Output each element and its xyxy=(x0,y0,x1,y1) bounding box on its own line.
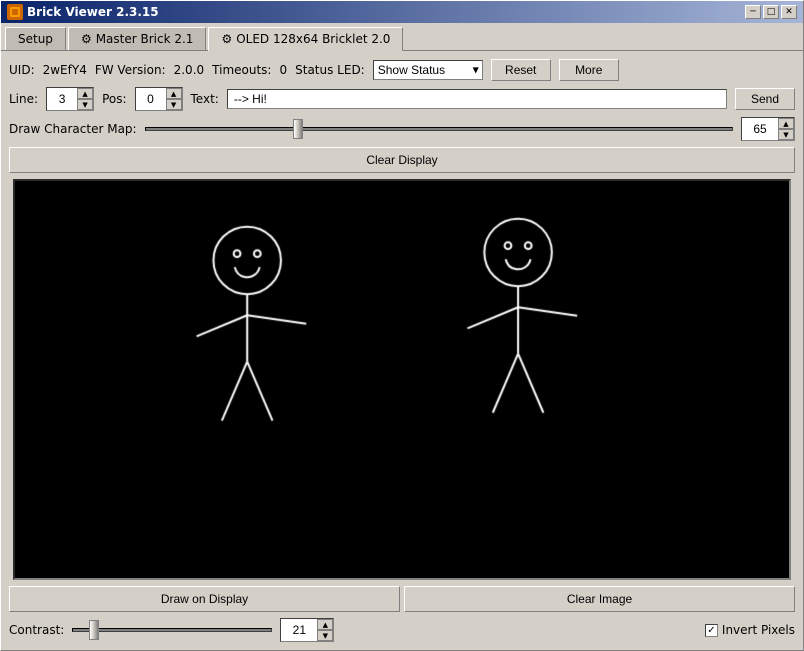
tab-master-brick[interactable]: ⚙ Master Brick 2.1 xyxy=(68,27,207,50)
contrast-value[interactable] xyxy=(281,619,317,641)
uid-value: 2wEfY4 xyxy=(43,63,87,77)
tab-master-label: Master Brick 2.1 xyxy=(96,32,194,46)
contrast-row: Contrast: ▲ ▼ ✓ Invert Pixels xyxy=(9,618,795,642)
close-button[interactable]: ✕ xyxy=(781,5,797,19)
char-map-spinbox: ▲ ▼ xyxy=(741,117,795,141)
minimize-button[interactable]: ─ xyxy=(745,5,761,19)
char-map-slider[interactable] xyxy=(145,127,733,131)
pos-spin-up[interactable]: ▲ xyxy=(166,88,182,99)
maximize-button[interactable]: □ xyxy=(763,5,779,19)
contrast-spinbox-buttons: ▲ ▼ xyxy=(317,619,333,641)
oled-display xyxy=(15,181,789,578)
pos-spinbox: ▲ ▼ xyxy=(135,87,183,111)
tab-oled[interactable]: ⚙ OLED 128x64 Bricklet 2.0 xyxy=(208,27,403,51)
invert-checkbox[interactable]: ✓ xyxy=(705,624,718,637)
contrast-label: Contrast: xyxy=(9,623,64,637)
char-map-spin-down[interactable]: ▼ xyxy=(778,129,794,140)
contrast-slider[interactable] xyxy=(72,628,272,632)
status-led-wrapper: Show Status Off On Heartbeat xyxy=(373,60,483,80)
tab-master-icon: ⚙ xyxy=(81,32,92,46)
tab-setup[interactable]: Setup xyxy=(5,27,66,50)
main-window: Brick Viewer 2.3.15 ─ □ ✕ Setup ⚙ Master… xyxy=(0,0,804,651)
clear-display-button[interactable]: Clear Display xyxy=(9,147,795,173)
title-bar: Brick Viewer 2.3.15 ─ □ ✕ xyxy=(1,1,803,23)
pos-spin-down[interactable]: ▼ xyxy=(166,99,182,110)
char-map-row: Draw Character Map: ▲ ▼ xyxy=(9,117,795,141)
timeouts-label: Timeouts: xyxy=(212,63,271,77)
contrast-spinbox: ▲ ▼ xyxy=(280,618,334,642)
line-row: Line: ▲ ▼ Pos: ▲ ▼ Text: Send xyxy=(9,87,795,111)
line-input[interactable] xyxy=(47,88,77,110)
line-spinbox: ▲ ▼ xyxy=(46,87,94,111)
main-content: UID: 2wEfY4 FW Version: 2.0.0 Timeouts: … xyxy=(1,51,803,650)
char-map-value[interactable] xyxy=(742,118,778,140)
text-input[interactable] xyxy=(227,89,727,109)
draw-on-display-button[interactable]: Draw on Display xyxy=(9,586,400,612)
window-title: Brick Viewer 2.3.15 xyxy=(27,5,159,19)
line-spin-up[interactable]: ▲ xyxy=(77,88,93,99)
contrast-spin-down[interactable]: ▼ xyxy=(317,630,333,641)
more-button[interactable]: More xyxy=(559,59,619,81)
invert-label: Invert Pixels xyxy=(722,623,795,637)
status-led-label: Status LED: xyxy=(295,63,365,77)
line-spinbox-buttons: ▲ ▼ xyxy=(77,88,93,110)
bottom-buttons-row: Draw on Display Clear Image xyxy=(9,586,795,612)
invert-wrapper: ✓ Invert Pixels xyxy=(705,623,795,637)
display-frame xyxy=(13,179,791,580)
tab-setup-label: Setup xyxy=(18,32,53,46)
fw-value: 2.0.0 xyxy=(174,63,205,77)
char-map-label: Draw Character Map: xyxy=(9,122,137,136)
tab-bar: Setup ⚙ Master Brick 2.1 ⚙ OLED 128x64 B… xyxy=(1,23,803,51)
app-icon xyxy=(7,4,23,20)
text-label: Text: xyxy=(191,92,219,106)
pos-spinbox-buttons: ▲ ▼ xyxy=(166,88,182,110)
char-map-spin-up[interactable]: ▲ xyxy=(778,118,794,129)
info-row: UID: 2wEfY4 FW Version: 2.0.0 Timeouts: … xyxy=(9,59,795,81)
reset-button[interactable]: Reset xyxy=(491,59,551,81)
status-led-select[interactable]: Show Status Off On Heartbeat xyxy=(373,60,483,80)
tab-oled-icon: ⚙ xyxy=(221,32,232,46)
clear-image-button[interactable]: Clear Image xyxy=(404,586,795,612)
uid-label: UID: xyxy=(9,63,35,77)
line-label: Line: xyxy=(9,92,38,106)
pos-input[interactable] xyxy=(136,88,166,110)
title-left: Brick Viewer 2.3.15 xyxy=(7,4,159,20)
send-button[interactable]: Send xyxy=(735,88,795,110)
line-spin-down[interactable]: ▼ xyxy=(77,99,93,110)
pos-label: Pos: xyxy=(102,92,126,106)
contrast-spin-up[interactable]: ▲ xyxy=(317,619,333,630)
tab-oled-label: OLED 128x64 Bricklet 2.0 xyxy=(236,32,390,46)
fw-label: FW Version: xyxy=(95,63,166,77)
char-map-spinbox-buttons: ▲ ▼ xyxy=(778,118,794,140)
title-controls: ─ □ ✕ xyxy=(745,5,797,19)
timeouts-value: 0 xyxy=(279,63,287,77)
